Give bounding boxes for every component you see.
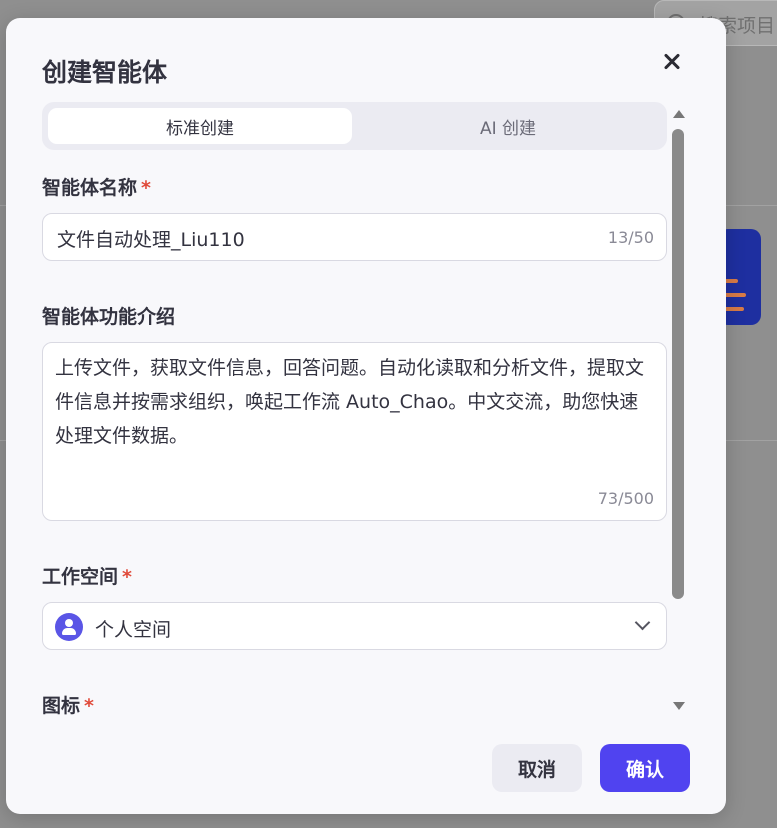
tab-ai-create[interactable]: AI 创建: [356, 108, 660, 144]
icon-label-text: 图标: [42, 695, 81, 717]
create-agent-dialog: 创建智能体 标准创建 AI 创建 智能体名称 * 文件自动处理_Liu110 13…: [6, 18, 726, 814]
agent-description-counter: 73/500: [597, 489, 654, 508]
tab-standard-create[interactable]: 标准创建: [48, 108, 352, 144]
workspace-select[interactable]: 个人空间: [42, 602, 667, 650]
required-mark: *: [84, 695, 94, 717]
user-icon: [55, 613, 83, 641]
required-mark: *: [141, 177, 151, 199]
close-icon[interactable]: [658, 48, 686, 76]
workspace-value: 个人空间: [95, 619, 172, 641]
scroll-down-arrow-icon[interactable]: [673, 702, 685, 710]
agent-name-label-text: 智能体名称: [42, 177, 138, 199]
required-mark: *: [122, 566, 132, 588]
dialog-title: 创建智能体: [42, 58, 168, 87]
creation-mode-tabs: 标准创建 AI 创建: [42, 102, 667, 150]
agent-name-input[interactable]: 文件自动处理_Liu110 13/50: [42, 213, 667, 261]
agent-name-counter: 13/50: [607, 228, 654, 247]
cancel-button[interactable]: 取消: [492, 744, 582, 792]
agent-description-textarea[interactable]: 上传文件，获取文件信息，回答问题。自动化读取和分析文件，提取文件信息并按需求组织…: [42, 342, 667, 521]
chevron-down-icon: [634, 614, 651, 631]
workspace-label: 工作空间 *: [42, 562, 132, 589]
confirm-button[interactable]: 确认: [600, 744, 690, 792]
agent-description-value: 上传文件，获取文件信息，回答问题。自动化读取和分析文件，提取文件信息并按需求组织…: [55, 357, 645, 447]
agent-description-label: 智能体功能介绍: [42, 306, 176, 328]
scrollbar-thumb[interactable]: [672, 129, 684, 599]
workspace-label-text: 工作空间: [42, 566, 119, 588]
agent-name-label: 智能体名称 *: [42, 173, 151, 200]
icon-label: 图标 *: [42, 691, 94, 718]
scroll-up-arrow-icon[interactable]: [673, 110, 685, 118]
agent-name-value: 文件自动处理_Liu110: [57, 229, 245, 251]
